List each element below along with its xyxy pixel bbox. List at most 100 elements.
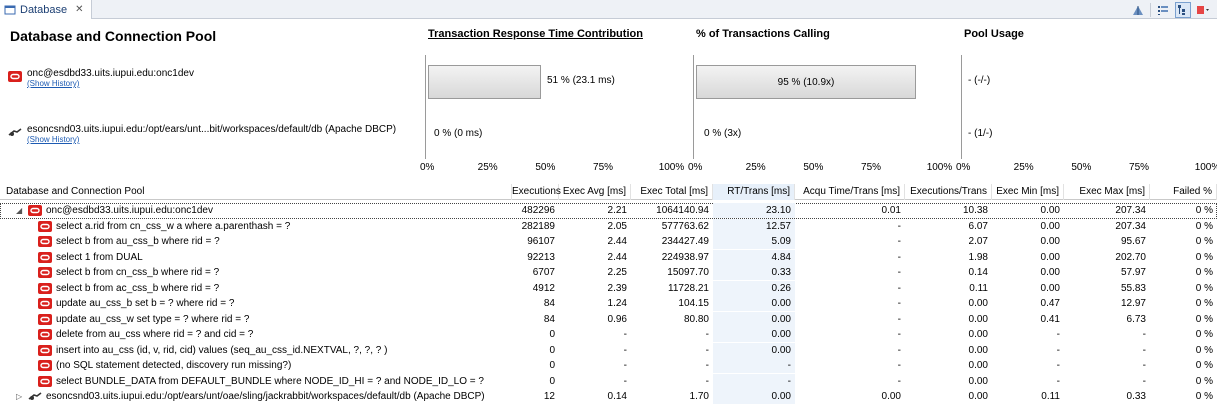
collapsed-arrow-icon[interactable]: ▷ <box>16 389 24 404</box>
cell-failed: 0 % <box>1195 375 1213 387</box>
cell-exec-min-ms: 0.47 <box>1040 298 1060 309</box>
row-name: esoncsnd03.uits.iupui.edu:/opt/ears/unt/… <box>46 391 485 402</box>
cell-executions-trans: 0.14 <box>968 267 988 278</box>
table-row[interactable]: ◢ onc@esdbd33.uits.iupui.edu:onc1dev 48229… <box>0 203 1217 219</box>
table-row[interactable]: delete from au_css where rid = ? and cid… <box>0 327 1217 343</box>
pool-name: esoncsnd03.uits.iupui.edu:/opt/ears/unt.… <box>27 124 397 135</box>
expanded-arrow-icon[interactable]: ◢ <box>16 203 24 218</box>
cell-executions-trans: 0.00 <box>968 375 988 387</box>
table-row[interactable]: ▷ esoncsnd03.uits.iupui.edu:/opt/ears/unt… <box>0 389 1217 405</box>
cell-exec-max-ms: 6.73 <box>1126 313 1146 325</box>
column-header-8[interactable]: Exec Max [ms] <box>1064 184 1150 200</box>
cell-failed: 0 % <box>1195 220 1213 232</box>
row-name-cell: select BUNDLE_DATA from DEFAULT_BUNDLE w… <box>38 374 484 389</box>
cell-failed: 0 % <box>1195 205 1213 216</box>
column-header-3[interactable]: Exec Total [ms] <box>631 184 713 200</box>
column-header-5[interactable]: Acqu Time/Trans [ms] <box>795 184 905 200</box>
calling-bar-1: 95 % (10.9x) <box>696 65 916 99</box>
cell-executions-trans: 0.00 <box>968 313 988 325</box>
pool-axis-line <box>961 55 962 159</box>
table-row[interactable]: select a.rid from cn_css_w a where a.par… <box>0 218 1217 235</box>
tab-database[interactable]: Database ✕ <box>0 0 93 19</box>
oracle-db-icon <box>38 220 52 232</box>
flat-list-icon[interactable] <box>1155 2 1171 18</box>
cell-failed: 0 % <box>1195 282 1213 294</box>
table-row[interactable]: select b from ac_css_b where rid = ? 4912… <box>0 280 1217 297</box>
cell-acqu-time-trans-ms: - <box>897 375 901 387</box>
column-header-0[interactable]: Database and Connection Pool <box>0 184 512 200</box>
cell-rt-trans-ms: 0.26 <box>713 280 795 296</box>
calling-axis-line <box>693 55 694 159</box>
table-row[interactable]: update au_css_w set type = ? where rid =… <box>0 311 1217 328</box>
cell-exec-min-ms: - <box>1056 329 1060 340</box>
cell-exec-total-ms: - <box>705 375 709 387</box>
axis-tick-label: 25% <box>477 162 498 173</box>
oracle-db-icon <box>38 251 52 263</box>
axis-tick-label: 0% <box>956 162 971 173</box>
row-name-cell: (no SQL statement detected, discovery ru… <box>38 358 291 373</box>
cell-failed: 0 % <box>1195 313 1213 325</box>
cell-rt-trans-ms: 0.33 <box>713 265 795 280</box>
cell-acqu-time-trans-ms: - <box>897 313 901 325</box>
cell-acqu-time-trans-ms: - <box>897 360 901 371</box>
cell-exec-avg-ms: 2.44 <box>607 236 627 247</box>
cell-exec-min-ms: 0.00 <box>1040 282 1060 294</box>
cell-acqu-time-trans-ms: 0.01 <box>881 205 901 216</box>
chart-icon[interactable] <box>1130 2 1146 18</box>
cell-acqu-time-trans-ms: - <box>897 251 901 263</box>
cell-rt-trans-ms: 0.00 <box>713 389 795 404</box>
cell-executions: 0 <box>549 329 555 340</box>
calling-bar-label-2: 0 % (3x) <box>704 128 742 139</box>
table-row[interactable]: update au_css_b set b = ? where rid = ? 8… <box>0 296 1217 312</box>
cell-exec-avg-ms: - <box>623 375 627 387</box>
table-row[interactable]: select 1 from DUAL 92213 2.44 224938.97 4.84… <box>0 249 1217 266</box>
cell-acqu-time-trans-ms: - <box>897 329 901 340</box>
view-menu-icon[interactable] <box>1195 2 1211 18</box>
column-header-7[interactable]: Exec Min [ms] <box>992 184 1064 200</box>
cell-executions-trans: 0.00 <box>968 329 988 340</box>
cell-acqu-time-trans-ms: - <box>897 236 901 247</box>
table-row[interactable]: insert into au_css (id, v, rid, cid) val… <box>0 342 1217 359</box>
cell-exec-total-ms: 224938.97 <box>661 251 709 263</box>
cell-executions: 12 <box>543 391 555 402</box>
column-header-1[interactable]: Executions <box>512 184 561 200</box>
cell-exec-min-ms: - <box>1056 344 1060 356</box>
tree-view-icon[interactable] <box>1175 1 1191 18</box>
cell-executions: 84 <box>543 298 555 309</box>
cell-exec-total-ms: - <box>705 360 709 371</box>
axis-tick-label: 75% <box>1129 162 1150 173</box>
column-header-2[interactable]: Exec Avg [ms] <box>559 184 631 200</box>
cell-failed: 0 % <box>1195 329 1213 340</box>
axis-tick-label: 0% <box>420 162 435 173</box>
cell-exec-min-ms: - <box>1056 360 1060 371</box>
axis-tick-label: 25% <box>745 162 766 173</box>
cell-exec-avg-ms: - <box>623 329 627 340</box>
table-header: Database and Connection Pool Executions Ex… <box>0 184 1217 200</box>
row-name: delete from au_css where rid = ? and cid… <box>56 329 254 340</box>
cell-failed: 0 % <box>1195 360 1213 371</box>
column-header-6[interactable]: Executions/Trans <box>905 184 992 200</box>
row-name: update au_css_w set type = ? where rid =… <box>56 313 250 325</box>
axis-tick-label: 50% <box>803 162 824 173</box>
table-row[interactable]: select BUNDLE_DATA from DEFAULT_BUNDLE w… <box>0 373 1217 390</box>
view-tab-bar: Database ✕ <box>0 0 1217 19</box>
rt-bar-label-2: 0 % (0 ms) <box>434 128 483 139</box>
axis-tick-label: 75% <box>593 162 614 173</box>
oracle-db-icon <box>8 71 22 82</box>
cell-exec-min-ms: 0.00 <box>1040 251 1060 263</box>
cell-rt-trans-ms: - <box>713 373 795 389</box>
cell-exec-total-ms: 11728.21 <box>668 282 709 294</box>
table-row[interactable]: (no SQL statement detected, discovery ru… <box>0 358 1217 374</box>
table-row[interactable]: select b from cn_css_b where rid = ? 6707… <box>0 265 1217 281</box>
cell-exec-avg-ms: 1.24 <box>607 298 627 309</box>
close-icon[interactable]: ✕ <box>75 4 83 15</box>
table-row[interactable]: select b from au_css_b where rid = ? 9610… <box>0 234 1217 250</box>
show-history-link[interactable]: (Show History) <box>27 135 396 144</box>
column-header-4[interactable]: RT/Trans [ms] <box>713 184 795 200</box>
cell-exec-total-ms: 1064140.94 <box>656 205 709 216</box>
column-header-9[interactable]: Failed % <box>1150 184 1217 200</box>
cell-failed: 0 % <box>1195 251 1213 263</box>
cell-exec-max-ms: 202.70 <box>1115 251 1146 263</box>
show-history-link[interactable]: (Show History) <box>27 79 194 88</box>
row-name: insert into au_css (id, v, rid, cid) val… <box>56 344 388 356</box>
